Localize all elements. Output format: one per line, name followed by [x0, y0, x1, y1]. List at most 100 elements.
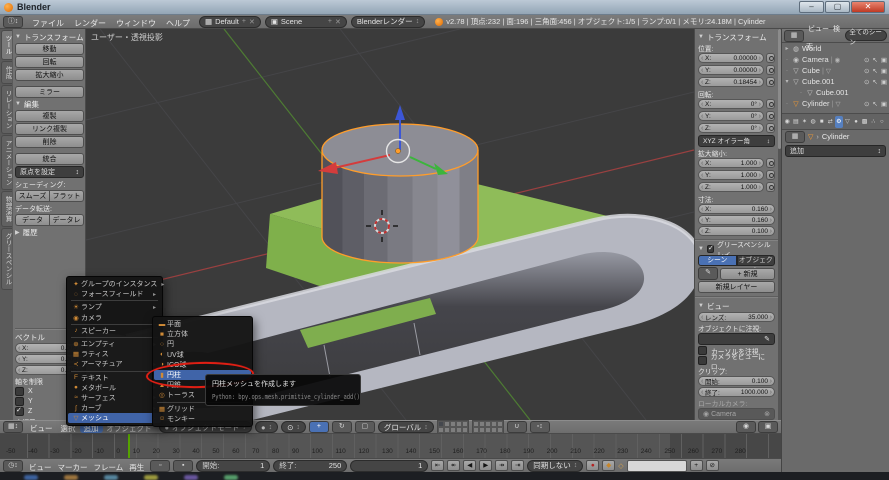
rotation-field[interactable]: Z:0° — [698, 123, 764, 133]
mesh-menu-item[interactable]: ☺ モンキー — [154, 414, 251, 424]
next-keyframe-button[interactable]: ↠ — [495, 460, 508, 471]
taskbar-icon[interactable] — [104, 475, 118, 480]
opengl-render-anim-button[interactable]: ▣ — [758, 421, 778, 433]
properties-tab[interactable]: ⚙ — [835, 116, 844, 128]
dimension-field[interactable]: X:0.160 — [698, 204, 775, 214]
prev-keyframe-button[interactable]: ↞ — [447, 460, 460, 471]
checkbox[interactable] — [698, 356, 707, 365]
add-menu-item[interactable]: ∫ カーブ ▸ — [68, 403, 161, 413]
lock-object-field[interactable]: ✎ — [698, 333, 775, 345]
taskbar-icon[interactable] — [144, 475, 158, 480]
properties-tab[interactable]: ● — [852, 116, 861, 128]
properties-tab[interactable]: ✶ — [800, 116, 809, 128]
lock-icon[interactable] — [766, 182, 775, 192]
minimize-button[interactable]: – — [799, 1, 824, 13]
properties-tab[interactable]: ▩ — [860, 116, 869, 128]
editor-type-properties-button[interactable]: ▦ — [785, 131, 805, 143]
auto-keyframe-button[interactable]: ◆ — [602, 460, 615, 471]
rotation-field[interactable]: Y:0° — [698, 111, 764, 121]
scale-field[interactable]: Y:1.000 — [698, 170, 764, 180]
gp-object-toggle[interactable]: オブジェクト — [737, 255, 776, 266]
taskbar-icon[interactable] — [224, 475, 238, 480]
disclosure-icon[interactable]: · — [784, 101, 790, 107]
mesh-menu-item[interactable]: ▬ 平面 — [154, 319, 251, 329]
add-menu-item[interactable]: ▦ ラティス ▸ — [68, 349, 161, 359]
scale-field[interactable]: X:1.000 — [698, 158, 764, 168]
outliner-row[interactable]: · ▽ Cylinder | ▽ ⊙ ↖ ▣ — [782, 98, 889, 109]
location-field[interactable]: Y:0.00000 — [698, 65, 764, 75]
lock-icon[interactable] — [766, 53, 775, 63]
transform-tool-button[interactable]: 拡大縮小 — [15, 69, 84, 81]
scene-selector[interactable]: ▣ Scene + ✕ — [265, 16, 347, 28]
timeline-menu-item[interactable]: 再生 — [126, 463, 147, 472]
dimension-field[interactable]: Z:0.100 — [698, 226, 775, 236]
disclosure-icon[interactable]: · — [784, 57, 790, 63]
properties-tab[interactable]: ■ — [817, 116, 826, 128]
renderable-icon[interactable]: ▣ — [881, 56, 887, 64]
transform-tool-button[interactable]: 移動 — [15, 43, 84, 55]
gp-new-layer-button[interactable]: 新規レイヤー — [698, 281, 775, 293]
grease-pencil-checkbox[interactable] — [707, 245, 714, 253]
properties-tab[interactable]: ○ — [878, 116, 887, 128]
panel-header-transform[interactable]: ▼トランスフォーム — [698, 32, 775, 42]
checkbox[interactable] — [15, 397, 24, 406]
topbar-menu-item[interactable]: レンダー — [69, 19, 111, 28]
manipulator-rotate-button[interactable]: ↻ — [332, 421, 352, 433]
selectable-icon[interactable]: ↖ — [872, 100, 877, 108]
join-button[interactable]: 統合 — [15, 153, 84, 165]
frame-end-field[interactable]: 終了:250 — [273, 460, 347, 472]
panel-header-transform[interactable]: ▼トランスフォーム — [15, 32, 84, 42]
close-button[interactable]: ✕ — [851, 1, 885, 13]
flat-button[interactable]: フラット — [49, 190, 84, 202]
properties-tab[interactable]: ▽ — [843, 116, 852, 128]
location-field[interactable]: X:0.00000 — [698, 53, 764, 63]
lock-icon[interactable] — [766, 65, 775, 75]
lock-icon[interactable] — [766, 77, 775, 87]
set-origin-dropdown[interactable]: 原点を設定↕ — [15, 166, 84, 178]
delete-keyframe-button[interactable]: ⊘ — [706, 460, 719, 471]
taskbar-icon[interactable] — [24, 475, 38, 480]
jump-to-end-button[interactable]: ⇥ — [511, 460, 524, 471]
checkbox[interactable] — [15, 407, 24, 416]
lock-camera-row[interactable]: カメラをビューにロ... — [698, 356, 775, 365]
rotation-mode-dropdown[interactable]: XYZ オイラー角↕ — [698, 135, 775, 147]
transform-tool-button[interactable]: 回転 — [15, 56, 84, 68]
add-menu-item[interactable]: ⊕ エンプティ ▸ — [68, 339, 161, 349]
properties-tab[interactable]: ◍ — [809, 116, 818, 128]
topbar-menu-item[interactable]: ファイル — [27, 19, 69, 28]
render-engine-selector[interactable]: Blenderレンダー ↕ — [351, 16, 425, 28]
disclosure-icon[interactable]: ▾ — [784, 78, 790, 85]
frame-start-field[interactable]: 開始:1 — [196, 460, 270, 472]
tool-shelf-tab[interactable]: ツール — [1, 30, 12, 60]
eyedropper-icon[interactable]: ✎ — [764, 334, 770, 345]
outliner-row[interactable]: · ▽ Cube | ▽ ⊙ ↖ ▣ — [782, 65, 889, 76]
properties-tab[interactable]: ∴ — [869, 116, 878, 128]
add-menu-item[interactable]: ☀ ランプ ▸ — [68, 302, 161, 312]
panel-header-grease-pencil[interactable]: ▼グリースペンシルレイ — [698, 244, 775, 254]
taskbar-icon[interactable] — [184, 475, 198, 480]
lock-icon[interactable] — [766, 111, 775, 121]
lock-icon[interactable] — [766, 158, 775, 168]
edit-tool-button[interactable]: 複製 — [15, 110, 84, 122]
renderable-icon[interactable]: ▣ — [881, 100, 887, 108]
mesh-menu-item[interactable]: ■ 立方体 — [154, 329, 251, 339]
play-button[interactable]: ▶ — [479, 460, 492, 471]
lock-icon[interactable] — [766, 99, 775, 109]
gp-scene-toggle[interactable]: シーン — [698, 255, 737, 266]
data-transfer-button[interactable]: データ — [15, 214, 49, 226]
edit-tool-button[interactable]: 削除 — [15, 136, 84, 148]
delete-scene-icon[interactable]: ✕ — [335, 18, 341, 26]
renderable-icon[interactable]: ▣ — [881, 67, 887, 75]
outliner-filter-dropdown[interactable]: 全てのシーン — [845, 30, 887, 41]
lens-field[interactable]: レンズ:35.000 — [698, 312, 775, 322]
tool-shelf-tab[interactable]: グリースペンシル — [1, 228, 12, 290]
edit-tool-button[interactable]: リンク複製 — [15, 123, 84, 135]
play-reverse-button[interactable]: ◀ — [463, 460, 476, 471]
topbar-menu-item[interactable]: ウィンドウ — [111, 19, 161, 28]
outliner-menu-item[interactable]: ビュー — [806, 26, 831, 33]
selectable-icon[interactable]: ↖ — [872, 78, 877, 86]
eye-icon[interactable]: ⊙ — [864, 67, 869, 75]
gp-new-button[interactable]: + 新規 — [720, 268, 775, 280]
keying-set-field[interactable] — [627, 460, 687, 472]
lock-icon[interactable] — [766, 123, 775, 133]
